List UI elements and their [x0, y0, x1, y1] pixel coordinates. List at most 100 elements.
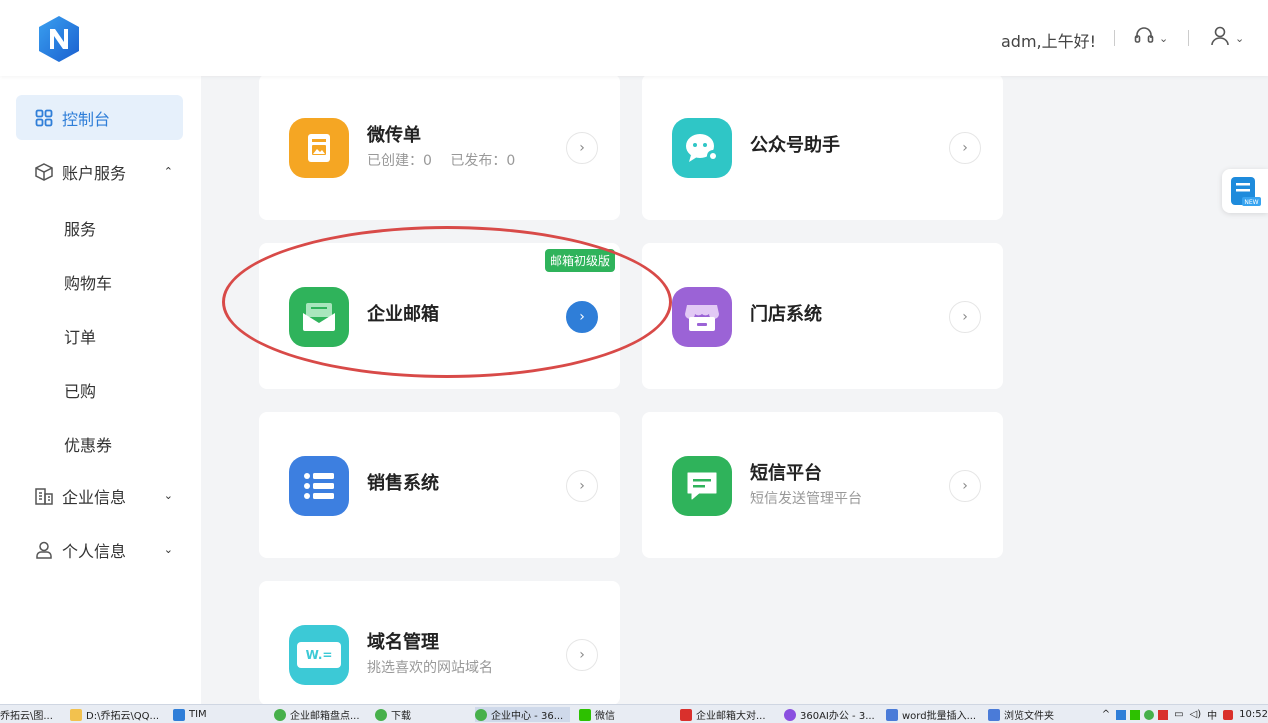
open-sales-system-button[interactable]: ›	[566, 470, 598, 502]
user-menu[interactable]: ⌄	[1209, 26, 1244, 50]
taskbar-item[interactable]: 企业邮箱盘点...	[274, 707, 364, 722]
box-icon	[34, 162, 54, 182]
card-sms-platform[interactable]: 短信平台 短信发送管理平台 ›	[642, 412, 1003, 558]
header-divider	[1188, 30, 1189, 46]
card-sales-system[interactable]: 销售系统 ›	[259, 412, 620, 558]
user-greeting: adm,上午好!	[1001, 32, 1097, 51]
chevron-right-icon: ›	[579, 309, 585, 325]
card-subtitle: 短信发送管理平台	[750, 491, 862, 507]
user-icon	[1209, 25, 1231, 51]
network-icon[interactable]: ▭	[1174, 709, 1183, 720]
taskbar-item[interactable]: 下载	[375, 707, 435, 722]
floating-notes-button[interactable]: NEW	[1222, 169, 1268, 213]
card-title: 短信平台	[750, 463, 822, 484]
sidebar-item-personal-info[interactable]: 个人信息 ⌄	[16, 527, 183, 572]
card-wechat-assistant[interactable]: 公众号助手 ›	[642, 74, 1003, 220]
chevron-down-icon: ⌄	[1235, 31, 1245, 45]
sidebar-subitem-coupons[interactable]: 优惠券	[64, 432, 112, 456]
header-divider	[1114, 30, 1115, 46]
created-count: 已创建：0	[367, 153, 432, 169]
wechat-icon	[579, 708, 591, 721]
sidebar-item-label: 企业信息	[62, 487, 127, 507]
sidebar-subitem-purchased[interactable]: 已购	[64, 378, 96, 402]
open-domain-management-button[interactable]: ›	[566, 639, 598, 671]
flyer-icon	[289, 118, 349, 178]
domain-icon: W.=	[289, 625, 349, 685]
ime-indicator[interactable]: 中	[1207, 707, 1217, 722]
card-title: 企业邮箱	[367, 304, 439, 325]
card-title: 微传单	[367, 125, 421, 146]
chevron-right-icon: ›	[962, 309, 968, 325]
domain-icon-label: W.=	[297, 642, 341, 668]
taskbar-item[interactable]: 360AI办公 - 3...	[784, 707, 879, 722]
open-enterprise-mail-button[interactable]: ›	[566, 301, 598, 333]
tool-icon	[886, 708, 898, 721]
chevron-right-icon: ›	[962, 140, 968, 156]
chevron-up-icon[interactable]: ^	[1102, 709, 1110, 720]
chevron-right-icon: ›	[579, 478, 585, 494]
taskbar-item[interactable]: 乔拓云\图...	[0, 707, 60, 722]
message-icon	[672, 456, 732, 516]
folder-icon	[70, 708, 82, 721]
app-logo[interactable]	[36, 14, 82, 64]
chevron-down-icon: ⌄	[163, 489, 173, 502]
card-subtitle: 挑选喜欢的网站域名	[367, 660, 493, 676]
tray-app-icon[interactable]	[1130, 709, 1141, 720]
person-icon	[34, 540, 54, 560]
store-icon	[672, 287, 732, 347]
taskbar-item[interactable]: 企业邮箱大对...	[680, 707, 775, 722]
card-flyer[interactable]: 微传单 已创建：0 已发布：0 ›	[259, 74, 620, 220]
plan-badge: 邮箱初级版	[544, 249, 615, 272]
sidebar-subitem-orders[interactable]: 订单	[64, 324, 96, 348]
clock[interactable]: 10:52	[1239, 709, 1268, 720]
taskbar-item[interactable]: 微信	[579, 707, 639, 722]
taskbar-item[interactable]: D:\乔拓云\QQ...	[70, 707, 165, 722]
tray-app-icon[interactable]	[1158, 709, 1169, 720]
chevron-right-icon: ›	[579, 647, 585, 663]
sidebar-item-label: 个人信息	[62, 541, 127, 561]
sidebar-subitem-services[interactable]: 服务	[64, 216, 96, 240]
card-domain-management[interactable]: W.= 域名管理 挑选喜欢的网站域名 ›	[259, 581, 620, 705]
tray-app-icon[interactable]	[1116, 709, 1127, 720]
tool-icon	[988, 708, 1000, 721]
chevron-down-icon: ⌄	[1159, 31, 1169, 45]
taskbar-item[interactable]: word批量插入...	[886, 707, 981, 722]
taskbar-item-active[interactable]: 企业中心 - 36...	[475, 707, 570, 722]
open-flyer-button[interactable]: ›	[566, 132, 598, 164]
taskbar-item[interactable]: 浏览文件夹	[988, 707, 1068, 722]
open-wechat-assistant-button[interactable]: ›	[949, 132, 981, 164]
taskbar-item[interactable]: TIM	[173, 707, 223, 722]
os-taskbar: 乔拓云\图... D:\乔拓云\QQ... TIM 企业邮箱盘点... 下载 企…	[0, 704, 1268, 723]
sidebar-item-console[interactable]: 控制台	[16, 95, 183, 140]
sidebar-item-account-services[interactable]: 账户服务 ⌃	[16, 149, 183, 194]
browser-icon	[475, 708, 487, 721]
chevron-down-icon: ⌄	[163, 543, 173, 556]
volume-icon[interactable]: ◁)	[1190, 709, 1202, 720]
card-title: 门店系统	[750, 304, 822, 325]
tray-app-icon[interactable]	[1144, 709, 1155, 720]
open-store-system-button[interactable]: ›	[949, 301, 981, 333]
browser-icon	[375, 708, 387, 721]
sidebar-item-enterprise-info[interactable]: 企业信息 ⌄	[16, 473, 183, 518]
sogou-icon[interactable]	[1223, 709, 1234, 720]
sidebar-subitem-cart[interactable]: 购物车	[64, 270, 112, 294]
tim-icon	[173, 708, 185, 721]
headset-icon	[1133, 25, 1155, 51]
published-count: 已发布：0	[450, 153, 516, 169]
card-title: 域名管理	[367, 632, 439, 653]
sidebar: 控制台 账户服务 ⌃ 服务 购物车 订单 已购 优惠券 企业信息 ⌄ 个人信息 …	[0, 76, 201, 704]
ai-office-icon	[784, 708, 796, 721]
sidebar-item-label: 账户服务	[62, 163, 127, 183]
card-store-system[interactable]: 门店系统 ›	[642, 243, 1003, 389]
system-tray: ^ ▭ ◁) 中 10:52	[1102, 706, 1268, 723]
card-enterprise-mail[interactable]: 邮箱初级版 企业邮箱 ›	[259, 243, 620, 389]
support-menu[interactable]: ⌄	[1133, 26, 1168, 50]
sidebar-item-label: 控制台	[62, 109, 111, 129]
chevron-right-icon: ›	[962, 478, 968, 494]
building-icon	[34, 486, 54, 506]
wps-icon	[680, 708, 692, 721]
grid-icon	[34, 108, 54, 128]
open-sms-platform-button[interactable]: ›	[949, 470, 981, 502]
wechat-assistant-icon	[672, 118, 732, 178]
notes-new-icon: NEW	[1231, 177, 1261, 206]
